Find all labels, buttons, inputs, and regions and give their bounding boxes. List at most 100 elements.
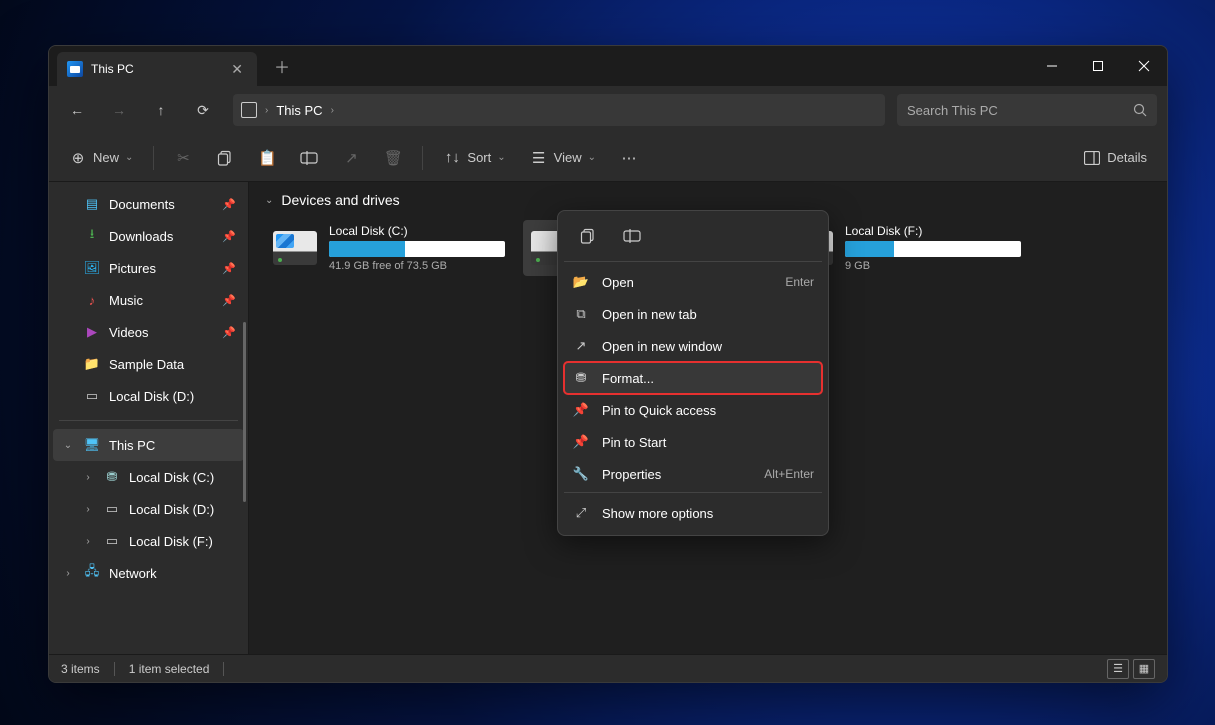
capacity-bar (329, 241, 505, 257)
rename-button[interactable] (614, 221, 650, 251)
drive-c[interactable]: Local Disk (C:) 41.9 GB free of 73.5 GB (265, 220, 511, 276)
details-icon (1083, 149, 1101, 167)
separator (564, 492, 822, 493)
divider (422, 146, 423, 170)
close-button[interactable] (1121, 46, 1167, 86)
maximize-button[interactable] (1075, 46, 1121, 86)
context-open[interactable]: 📂OpenEnter (564, 266, 822, 298)
sidebar-item-network[interactable]: ›🖧Network (53, 557, 244, 589)
chevron-down-icon[interactable]: ⌄ (61, 440, 75, 451)
context-item-label: Pin to Quick access (602, 403, 716, 418)
scrollbar-thumb[interactable] (243, 322, 246, 502)
cut-icon: ✂ (174, 149, 192, 167)
videos-icon: ▶ (83, 323, 101, 341)
forward-button[interactable]: → (101, 92, 137, 128)
sidebar-item-pictures[interactable]: 🖼Pictures📌 (53, 252, 244, 284)
context-show-more[interactable]: ⤢Show more options (564, 497, 822, 529)
copy-button[interactable] (570, 221, 606, 251)
music-icon: ♪ (83, 291, 101, 309)
sidebar-drive-c[interactable]: ›⛃Local Disk (C:) (73, 461, 244, 493)
context-pin-start[interactable]: 📌Pin to Start (564, 426, 822, 458)
sidebar-item-this-pc[interactable]: ⌄🖥This PC (53, 429, 244, 461)
chevron-right-icon[interactable]: › (61, 568, 75, 579)
disk-icon: ▭ (83, 387, 101, 405)
up-button[interactable]: ↑ (143, 92, 179, 128)
pc-icon (67, 61, 83, 77)
sidebar-item-videos[interactable]: ▶Videos📌 (53, 316, 244, 348)
chevron-right-icon[interactable]: › (81, 536, 95, 547)
sidebar-item-label: Sample Data (109, 357, 184, 372)
more-button[interactable]: ⋯ (610, 141, 648, 175)
section-header[interactable]: ⌄ Devices and drives (265, 192, 1151, 208)
refresh-button[interactable]: ⟳ (185, 92, 221, 128)
disk-icon: ⛃ (572, 370, 590, 386)
context-item-label: Format... (602, 371, 654, 386)
chevron-right-icon[interactable]: › (81, 472, 95, 483)
context-open-new-tab[interactable]: ⧉Open in new tab (564, 298, 822, 330)
minimize-button[interactable] (1029, 46, 1075, 86)
trash-icon: 🗑 (384, 149, 402, 167)
sidebar-item-local-disk-d[interactable]: ▭ Local Disk (D:) (53, 380, 244, 412)
sidebar-drive-d[interactable]: ›▭Local Disk (D:) (73, 493, 244, 525)
paste-button[interactable]: 📋 (248, 141, 286, 175)
context-open-new-window[interactable]: ↗Open in new window (564, 330, 822, 362)
tab-this-pc[interactable]: This PC ✕ (57, 52, 257, 86)
sidebar-item-label: Local Disk (D:) (109, 389, 194, 404)
sidebar-item-downloads[interactable]: ⭳Downloads📌 (53, 220, 244, 252)
pin-icon: 📌 (222, 230, 236, 243)
close-tab-icon[interactable]: ✕ (231, 61, 243, 78)
cut-button[interactable]: ✂ (164, 141, 202, 175)
search-input[interactable]: Search This PC (897, 94, 1157, 126)
sort-button[interactable]: ↑↓ Sort ⌄ (433, 141, 515, 175)
sidebar-item-label: Videos (109, 325, 149, 340)
folder-icon: 📁 (83, 355, 101, 373)
folder-open-icon: 📂 (572, 274, 590, 290)
share-icon: ↗ (342, 149, 360, 167)
sidebar-item-music[interactable]: ♪Music📌 (53, 284, 244, 316)
chevron-down-icon: ⌄ (588, 152, 596, 163)
chevron-down-icon: ⌄ (497, 152, 505, 163)
chevron-right-icon[interactable]: › (81, 504, 95, 515)
new-tab-button[interactable]: ＋ (267, 51, 297, 81)
network-icon: 🖧 (83, 564, 101, 582)
chevron-right-icon: › (331, 105, 334, 116)
view-toggle: ☰ ▦ (1107, 659, 1155, 679)
context-menu-quickactions (564, 217, 822, 259)
details-label: Details (1107, 150, 1147, 165)
chevron-down-icon: ⌄ (265, 195, 273, 206)
back-button[interactable]: ← (59, 92, 95, 128)
address-bar[interactable]: › This PC › (233, 94, 885, 126)
grid-view-button[interactable]: ▦ (1133, 659, 1155, 679)
copy-icon (216, 149, 234, 167)
search-placeholder: Search This PC (907, 103, 998, 118)
pc-icon: 🖥 (83, 436, 101, 454)
new-button[interactable]: ⊕ New ⌄ (59, 141, 143, 175)
rename-button[interactable] (290, 141, 328, 175)
context-item-label: Open in new tab (602, 307, 697, 322)
breadcrumb-location[interactable]: This PC (276, 103, 322, 118)
disk-icon (271, 224, 319, 272)
context-format[interactable]: ⛃ Format... (564, 362, 822, 394)
sidebar-item-sample-data[interactable]: 📁 Sample Data (53, 348, 244, 380)
details-button[interactable]: Details (1073, 141, 1157, 175)
delete-button[interactable]: 🗑 (374, 141, 412, 175)
list-view-button[interactable]: ☰ (1107, 659, 1129, 679)
disk-icon: ▭ (103, 532, 121, 550)
view-button[interactable]: ☰ View ⌄ (520, 141, 606, 175)
copy-button[interactable] (206, 141, 244, 175)
sidebar-item-label: Local Disk (C:) (129, 470, 214, 485)
sidebar: ▤Documents📌 ⭳Downloads📌 🖼Pictures📌 ♪Musi… (49, 182, 249, 654)
plus-circle-icon: ⊕ (69, 149, 87, 167)
sidebar-item-documents[interactable]: ▤Documents📌 (53, 188, 244, 220)
drive-name: Local Disk (F:) (845, 224, 1021, 238)
share-button[interactable]: ↗ (332, 141, 370, 175)
sidebar-drive-f[interactable]: ›▭Local Disk (F:) (73, 525, 244, 557)
context-shortcut: Enter (785, 275, 814, 289)
navbar: ← → ↑ ⟳ › This PC › Search This PC (49, 86, 1167, 134)
paste-icon: 📋 (258, 149, 276, 167)
toolbar: ⊕ New ⌄ ✂ 📋 ↗ 🗑 ↑↓ Sort ⌄ ☰ View ⌄ ⋯ Det… (49, 134, 1167, 182)
context-pin-quick-access[interactable]: 📌Pin to Quick access (564, 394, 822, 426)
sidebar-item-label: Local Disk (D:) (129, 502, 214, 517)
context-properties[interactable]: 🔧PropertiesAlt+Enter (564, 458, 822, 490)
pictures-icon: 🖼 (83, 259, 101, 277)
